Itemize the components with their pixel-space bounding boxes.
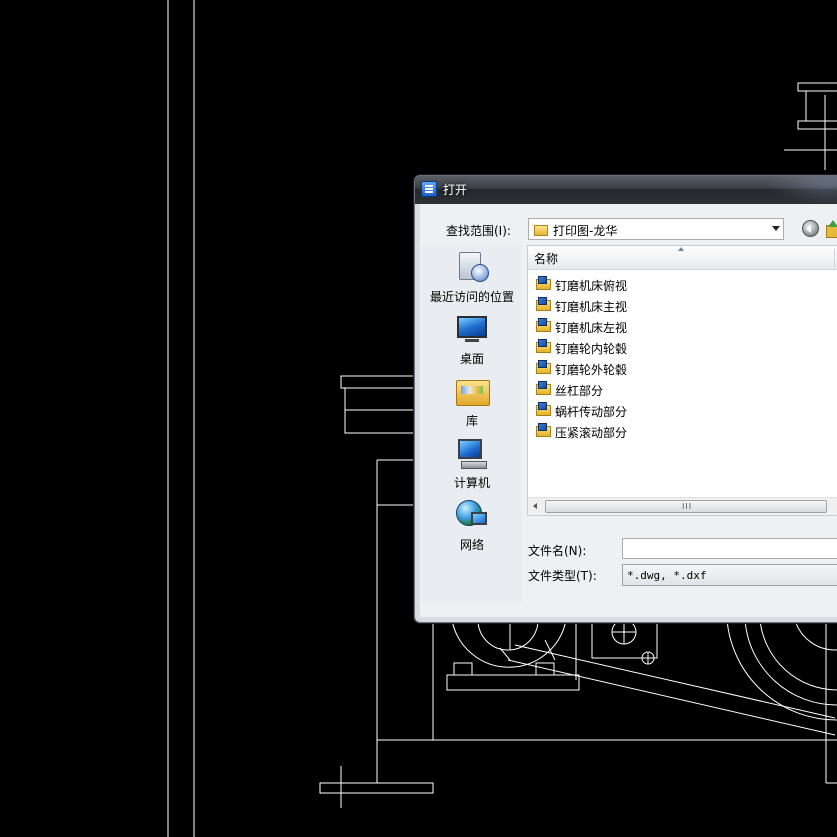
place-label: 计算机	[453, 476, 490, 490]
column-header-label: 名称	[534, 252, 559, 266]
dwg-file-icon	[536, 381, 552, 396]
dialog-body: 查找范围(I): 打印图-龙华 最近访问的位置 桌面 库 计算机 网络 名称 钉…	[420, 204, 837, 617]
place-computer[interactable]: 计算机	[422, 436, 522, 491]
place-desktop[interactable]: 桌面	[422, 312, 522, 367]
back-button[interactable]	[802, 220, 819, 237]
file-name: 钉磨轮内轮毂	[555, 342, 628, 356]
dwg-file-icon	[536, 402, 552, 417]
file-name: 压紧滚动部分	[555, 426, 628, 440]
place-network[interactable]: 网络	[422, 498, 522, 553]
scroll-left-icon[interactable]	[533, 503, 537, 509]
dwg-file-icon	[536, 276, 552, 291]
file-name: 钉磨机床俯视	[555, 279, 628, 293]
dwg-file-icon	[536, 318, 552, 333]
horizontal-scrollbar[interactable]: III	[528, 497, 837, 515]
place-label: 库	[465, 414, 478, 428]
up-folder-button[interactable]	[824, 220, 837, 238]
file-name: 丝杠部分	[555, 384, 604, 398]
file-name: 钉磨轮外轮毂	[555, 363, 628, 377]
dialog-title: 打开	[443, 183, 468, 197]
places-bar: 最近访问的位置 桌面 库 计算机 网络	[422, 244, 522, 604]
folder-icon	[534, 223, 548, 236]
recent-places-icon	[455, 250, 489, 284]
dwg-file-icon	[536, 360, 552, 375]
look-in-label: 查找范围(I):	[446, 224, 511, 238]
column-header-name[interactable]: 名称	[528, 246, 837, 270]
file-name-input[interactable]	[622, 538, 837, 559]
scrollbar-thumb[interactable]: III	[545, 500, 827, 513]
place-label: 桌面	[459, 352, 484, 366]
place-recent[interactable]: 最近访问的位置	[422, 250, 522, 305]
library-icon	[455, 374, 490, 408]
look-in-value: 打印图-龙华	[553, 224, 618, 238]
file-type-label: 文件类型(T):	[528, 569, 597, 583]
look-in-dropdown[interactable]: 打印图-龙华	[528, 218, 784, 240]
dwg-file-icon	[536, 423, 552, 438]
open-file-dialog[interactable]: 打开 查找范围(I): 打印图-龙华 最近访问的位置 桌面 库 计算机 网络 名…	[414, 175, 837, 623]
file-type-dropdown[interactable]: *.dwg, *.dxf	[622, 564, 837, 586]
file-name-label: 文件名(N):	[528, 544, 587, 558]
dwg-file-icon	[536, 297, 552, 312]
dwg-file-icon	[536, 339, 552, 354]
file-name: 蜗杆传动部分	[555, 405, 628, 419]
scrollbar-grip: III	[682, 502, 693, 511]
column-divider[interactable]	[834, 249, 835, 267]
file-name: 钉磨机床左视	[555, 321, 628, 335]
chevron-down-icon[interactable]	[772, 226, 780, 231]
place-library[interactable]: 库	[422, 374, 522, 429]
place-label: 网络	[459, 538, 484, 552]
file-type-value: *.dwg, *.dxf	[627, 569, 707, 582]
dialog-titlebar[interactable]: 打开	[415, 176, 837, 204]
app-icon	[421, 181, 437, 197]
computer-icon	[455, 436, 489, 470]
desktop-icon	[455, 312, 489, 346]
file-name: 钉磨机床主视	[555, 300, 628, 314]
network-icon	[455, 498, 489, 532]
file-list[interactable]: 名称 钉磨机床俯视 钉磨机床主视 钉磨机床左视 钉磨轮内轮毂 钉磨轮外轮毂 丝杠…	[527, 245, 837, 516]
sort-ascending-icon	[678, 247, 684, 251]
place-label: 最近访问的位置	[429, 290, 514, 304]
